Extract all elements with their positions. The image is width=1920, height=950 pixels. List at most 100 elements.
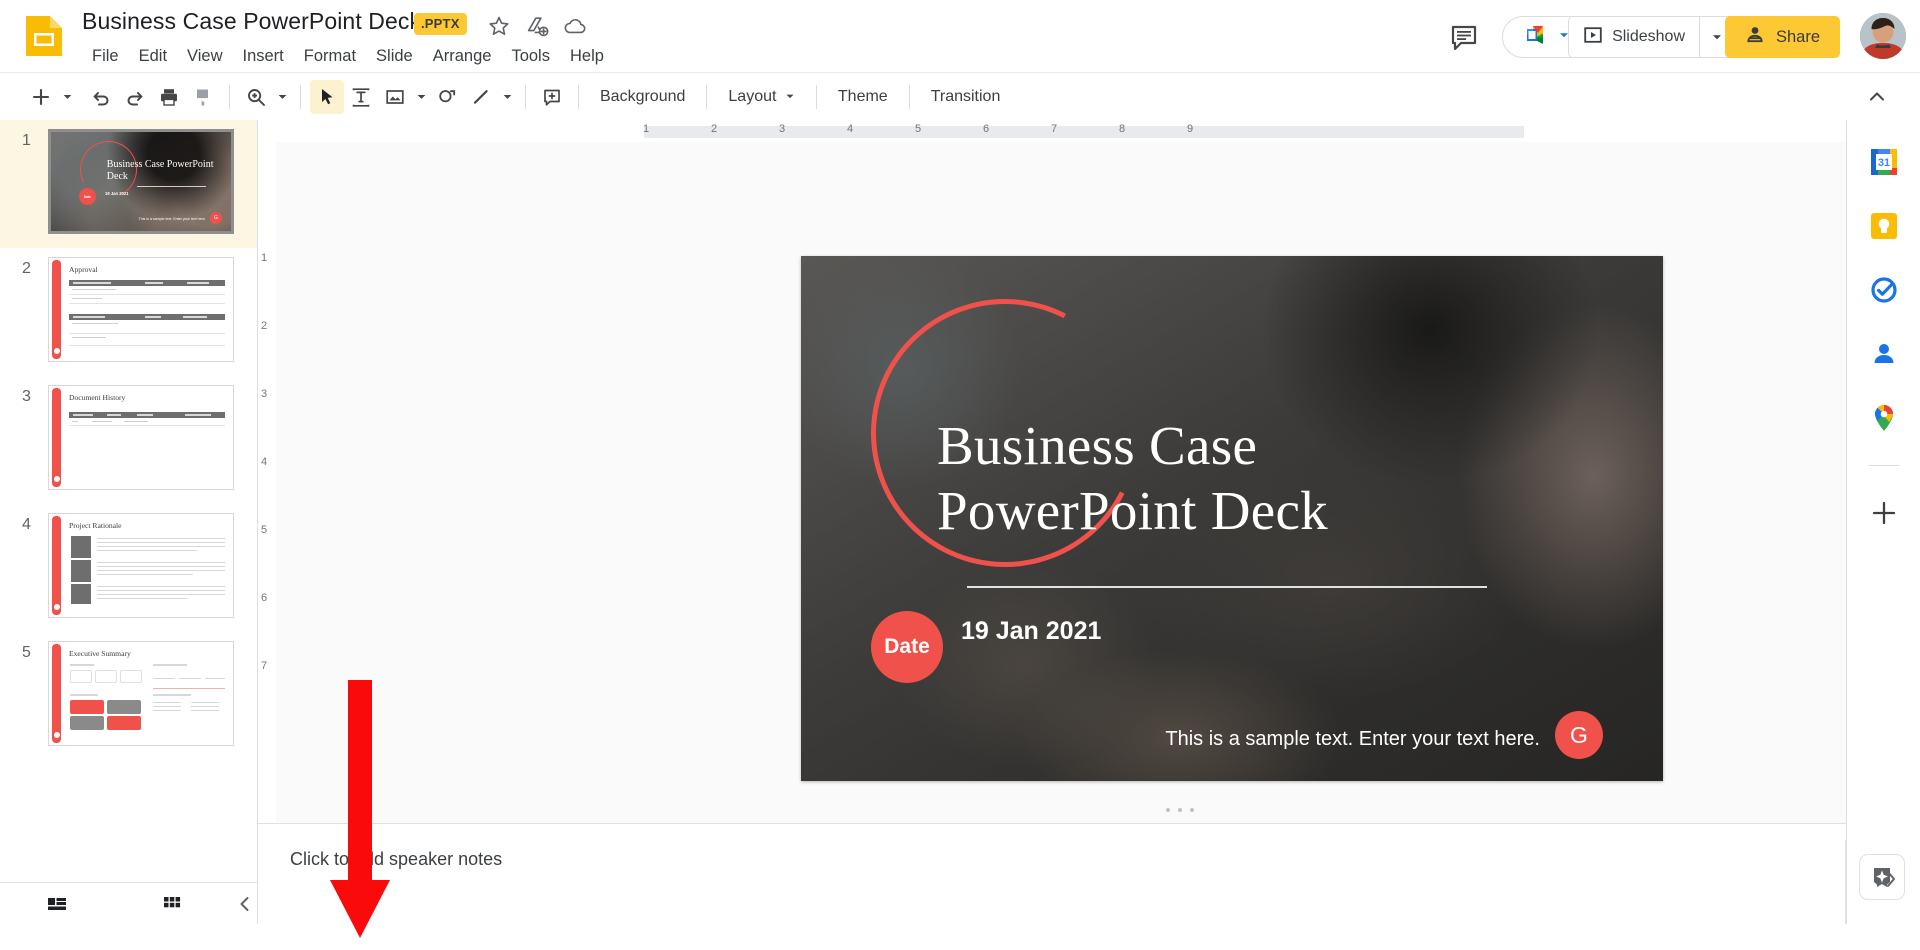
thumbnail-block	[71, 584, 91, 604]
filmstrip-slide-4[interactable]: 4 Project Rationale	[0, 504, 257, 632]
slideshow-button[interactable]: Slideshow	[1569, 17, 1699, 57]
google-tasks-icon[interactable]	[1866, 272, 1902, 308]
thumbnail-heading: Executive Summary	[69, 649, 131, 658]
slide-sample-text[interactable]: This is a sample text. Enter your text h…	[1165, 728, 1540, 751]
layout-button[interactable]: Layout	[716, 83, 807, 111]
slide-filmstrip[interactable]: 1 Business Case PowerPoint Deck Date 19 …	[0, 120, 258, 882]
workspace: 1 Business Case PowerPoint Deck Date 19 …	[0, 120, 1920, 938]
thumbnail-title-slide: Business Case PowerPoint Deck Date 19 Ja…	[51, 132, 231, 231]
menu-edit[interactable]: Edit	[129, 44, 177, 69]
ruler-tick: 2	[711, 123, 718, 135]
document-title[interactable]: Business Case PowerPoint Deck	[82, 8, 421, 35]
select-tool-button[interactable]	[310, 79, 344, 114]
filmstrip-slide-1[interactable]: 1 Business Case PowerPoint Deck Date 19 …	[0, 120, 257, 248]
thumbnail-accent-bar	[52, 260, 61, 359]
theme-button[interactable]: Theme	[826, 83, 900, 111]
line-caret-icon[interactable]	[498, 91, 516, 102]
line-button[interactable]	[464, 80, 498, 114]
google-keep-icon[interactable]	[1866, 208, 1902, 244]
slide-number: 5	[22, 644, 31, 661]
vertical-ruler: 1 2 3 4 5 6 7	[258, 142, 276, 823]
redo-button[interactable]	[118, 80, 152, 114]
image-caret-icon[interactable]	[412, 91, 430, 102]
filmstrip-slide-5[interactable]: 5 Executive Summary	[0, 632, 257, 760]
add-comment-button[interactable]	[535, 80, 569, 114]
add-addon-button[interactable]	[1869, 498, 1899, 528]
filmstrip-view-icon[interactable]	[40, 887, 74, 921]
menu-tools[interactable]: Tools	[501, 44, 560, 69]
thumbnail-logo: G	[210, 212, 222, 225]
filmstrip-slide-2[interactable]: 2 Approval	[0, 248, 257, 376]
menu-arrange[interactable]: Arrange	[423, 44, 502, 69]
menu-help[interactable]: Help	[560, 44, 614, 69]
user-avatar[interactable]	[1860, 13, 1906, 59]
ruler-tick: 7	[1051, 123, 1058, 135]
slide-title-line-1: Business Case	[937, 415, 1258, 476]
slide-thumbnail[interactable]: Executive Summary	[48, 641, 234, 746]
undo-button[interactable]	[84, 80, 118, 114]
comment-history-icon[interactable]	[1445, 18, 1483, 56]
menu-insert[interactable]: Insert	[233, 44, 294, 69]
zoom-button[interactable]	[239, 80, 273, 114]
cloud-saved-icon[interactable]	[563, 14, 587, 38]
canvas-resize-handle[interactable]	[1166, 808, 1194, 812]
expand-panel-button[interactable]	[1876, 864, 1906, 894]
toolbar-divider	[300, 84, 301, 109]
ruler-tick: 8	[1119, 123, 1126, 135]
menu-view[interactable]: View	[177, 44, 232, 69]
google-contacts-icon[interactable]	[1866, 336, 1902, 372]
slide-thumbnail[interactable]: Approval	[48, 257, 234, 362]
top-bar: Business Case PowerPoint Deck .PPTX File…	[0, 0, 1920, 72]
slide-thumbnail[interactable]: Project Rationale	[48, 513, 234, 618]
horizontal-ruler: 1 2 3 4 5 6 7 8 9	[258, 120, 1846, 142]
filmstrip-slide-3[interactable]: 3 Document History	[0, 376, 257, 504]
thumbnail-table	[69, 314, 225, 346]
collapse-filmstrip-button[interactable]	[228, 887, 262, 921]
print-button[interactable]	[152, 80, 186, 114]
thumbnail-sample-text: This is a sample text. Enter your text h…	[138, 217, 206, 222]
slide-number: 2	[22, 260, 31, 277]
text-box-button[interactable]	[344, 80, 378, 114]
ruler-tick: 7	[261, 660, 268, 672]
rail-divider	[1845, 840, 1846, 924]
toolbar-divider	[578, 84, 579, 109]
speaker-notes-panel[interactable]: Click to add speaker notes	[258, 823, 1846, 924]
move-to-drive-icon[interactable]	[525, 14, 549, 38]
google-maps-icon[interactable]	[1866, 400, 1902, 436]
slide-editor-canvas[interactable]: Business Case PowerPoint Deck Date 19 Ja…	[801, 256, 1663, 781]
date-badge[interactable]: Date	[871, 611, 943, 683]
menu-file[interactable]: File	[82, 44, 129, 69]
thumbnail-accent-bar	[52, 644, 61, 743]
slide-date-value[interactable]: 19 Jan 2021	[961, 617, 1101, 646]
ruler-tick: 5	[915, 123, 922, 135]
toolbar-divider	[908, 84, 910, 109]
transition-button[interactable]: Transition	[919, 83, 1013, 111]
present-icon	[1583, 25, 1603, 50]
paint-format-button[interactable]	[186, 80, 220, 114]
google-calendar-icon[interactable]: 31	[1866, 144, 1902, 180]
thumbnail-date: 19 Jan 2021	[105, 191, 129, 197]
toolbar-divider	[229, 84, 230, 109]
grid-view-icon[interactable]	[155, 887, 189, 921]
slide-thumbnail[interactable]: Document History	[48, 385, 234, 490]
ruler-tick: 2	[261, 320, 268, 332]
shape-button[interactable]	[430, 80, 464, 114]
thumbnail-title: Business Case PowerPoint Deck	[106, 158, 214, 182]
menu-slide[interactable]: Slide	[366, 44, 423, 69]
collapse-toolbar-button[interactable]	[1860, 80, 1894, 114]
zoom-caret-icon[interactable]	[273, 91, 291, 102]
ruler-tick: 4	[847, 123, 854, 135]
slide-title-line-2: PowerPoint Deck	[937, 479, 1328, 541]
insert-image-button[interactable]	[378, 80, 412, 114]
background-button[interactable]: Background	[588, 83, 697, 111]
star-icon[interactable]	[487, 14, 511, 38]
share-button[interactable]: Share	[1724, 16, 1840, 58]
new-slide-button[interactable]	[24, 80, 58, 114]
new-slide-caret-icon[interactable]	[58, 91, 76, 102]
slide-title[interactable]: Business Case PowerPoint Deck	[937, 414, 1537, 544]
google-slides-icon[interactable]	[22, 12, 66, 60]
menu-format[interactable]: Format	[294, 44, 366, 69]
file-type-badge: .PPTX	[414, 13, 467, 35]
slide-thumbnail[interactable]: Business Case PowerPoint Deck Date 19 Ja…	[48, 129, 234, 234]
thumbnail-table	[69, 412, 225, 426]
